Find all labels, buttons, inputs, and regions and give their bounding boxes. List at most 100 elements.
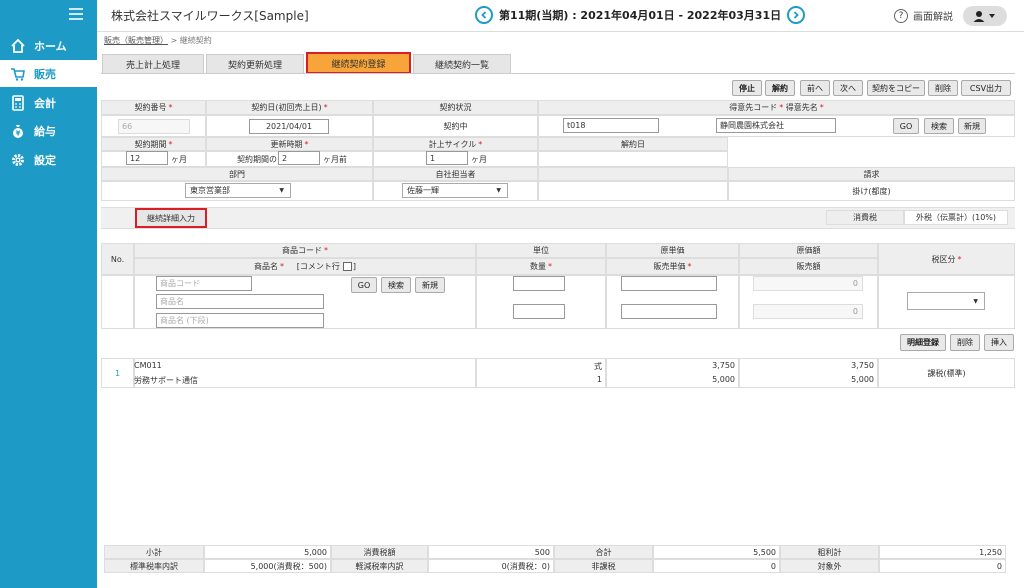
calculator-icon [10,94,26,111]
unit-input[interactable] [513,276,565,291]
customer-code-field[interactable]: t018 [563,118,659,133]
contract-no-field: 66 [118,119,190,134]
customer-go-button[interactable]: GO [893,118,919,134]
total-value: 5,500 [653,545,780,559]
continuous-detail-button[interactable]: 継続詳細入力 [135,208,207,228]
prev-button[interactable]: 前へ [800,80,830,96]
customer-name-field[interactable]: 静岡農園株式会社 [716,118,836,133]
prev-period-button[interactable] [475,6,493,24]
billing-value: 掛け(都度) [728,181,1015,201]
sale-amount-header: 販売額 [739,258,878,275]
next-button[interactable]: 次へ [833,80,863,96]
cost-price-input[interactable] [621,276,717,291]
customer-new-button[interactable]: 新規 [958,118,986,134]
company-name: 株式会社スマイルワークス[Sample] [111,9,309,23]
help-label: 画面解説 [913,12,953,23]
sale-amount-field: 0 [753,304,863,319]
nav-item-settings[interactable]: 設定 [0,146,97,173]
cancel-date-cell [538,151,728,167]
tab-divider [101,73,1015,74]
total-label: 合計 [554,545,653,559]
breadcrumb-link[interactable]: 販売（販売管理） [104,36,168,45]
fiscal-period: 第11期(当期) : 2021年04月01日 - 2022年03月31日 [475,6,806,24]
product-search-button[interactable]: 検索 [381,277,411,293]
tax-total-value: 500 [428,545,554,559]
product-name2-input[interactable]: 商品名 (下段) [156,313,324,328]
tab-sales-recording[interactable]: 売上計上処理 [102,54,204,73]
contract-no-header: 契約番号 * [101,100,206,115]
user-menu-button[interactable] [963,6,1007,26]
nav-label: 会計 [34,96,56,110]
product-name-header: 商品名 * [コメント行] [134,258,476,275]
qty-header: 数量 * [476,258,606,275]
csv-export-button[interactable]: CSV出力 [961,80,1011,96]
staff-select[interactable]: 佐藤一輝 ▼ [402,183,508,198]
sale-price-header: 販売単価 * [606,258,739,275]
tab-continuous-contract-list[interactable]: 継続契約一覧 [413,54,511,73]
register-line-button[interactable]: 明細登録 [900,334,946,351]
reduced-value: 0(消費税：0) [428,559,554,573]
delete-line-button[interactable]: 削除 [950,334,980,351]
line-sale-price: 5,000 [712,375,735,384]
staff-header: 自社担当者 [373,167,538,181]
nav-label: ホーム [34,39,67,53]
contract-date-header: 契約日(初回売上日) * [206,100,373,115]
cost-amount-field: 0 [753,276,863,291]
customer-search-button[interactable]: 検索 [924,118,954,134]
status-header: 契約状況 [373,100,538,115]
nav-item-sales[interactable]: 販売 [0,60,97,87]
cart-icon [10,66,26,82]
caret-down-icon: ▼ [279,187,284,194]
reduced-label: 軽減税率内訳 [331,559,428,573]
std-label: 標準税率内訳 [104,559,204,573]
chevron-left-icon [481,11,487,19]
comment-row-checkbox[interactable] [342,262,352,271]
insert-line-button[interactable]: 挿入 [984,334,1014,351]
delete-button[interactable]: 削除 [928,80,958,96]
cycle-field[interactable]: 1 [426,151,468,165]
line-cost-price: 3,750 [712,361,735,370]
nav-item-home[interactable]: ホーム [0,32,97,59]
cost-amount-header: 原価額 [739,243,878,258]
period-field[interactable]: 12 [126,151,168,165]
menu-toggle-icon[interactable] [69,8,83,20]
tax-type-header: 税区分 * [878,243,1015,275]
product-name-input[interactable]: 商品名 [156,294,324,309]
cycle-header: 計上サイクル * [373,137,538,151]
header: 株式会社スマイルワークス[Sample] 第11期(当期) : 2021年04月… [97,0,1024,32]
dept-select[interactable]: 東京営業部 ▼ [185,183,291,198]
product-code-header: 商品コード * [134,243,476,258]
tab-continuous-contract-register[interactable]: 継続契約登録 [306,52,411,74]
cycle-unit: ヶ月 [471,155,487,164]
blank-cell [538,181,728,201]
cancel-contract-button[interactable]: 解約 [765,80,795,96]
stop-button[interactable]: 停止 [732,80,762,96]
tab-contract-renewal[interactable]: 契約更新処理 [206,54,304,73]
gross-label: 粗利計 [780,545,879,559]
exempt-label: 対象外 [780,559,879,573]
product-new-button[interactable]: 新規 [415,277,445,293]
money-bag-icon: ¥ [10,123,26,139]
breadcrumb: 販売（販売管理） > 継続契約 [104,35,212,46]
help-link[interactable]: ? 画面解説 [894,8,953,23]
line-qty: 1 [596,375,602,384]
line-no[interactable]: 1 [101,358,134,388]
product-code-input[interactable]: 商品コード [156,276,252,291]
next-period-button[interactable] [787,6,806,24]
qty-input[interactable] [513,304,565,319]
nav-item-accounting[interactable]: 会計 [0,89,97,116]
period-unit: ヶ月 [171,155,187,164]
status-value: 契約中 [373,115,538,137]
std-value: 5,000(消費税：500) [204,559,331,573]
renew-field[interactable]: 2 [278,151,320,165]
customer-header: 得意先コード * 得意先名 * [538,100,1015,115]
product-go-button[interactable]: GO [351,277,377,293]
question-icon: ? [894,8,908,23]
contract-date-field[interactable]: 2021/04/01 [249,119,329,134]
tax-type-select[interactable]: ▼ [907,292,985,310]
sale-price-input[interactable] [621,304,717,319]
copy-contract-button[interactable]: 契約をコピー [867,80,925,96]
svg-text:¥: ¥ [16,129,21,137]
unit-header: 単位 [476,243,606,258]
nav-item-payroll[interactable]: ¥ 給与 [0,117,97,144]
